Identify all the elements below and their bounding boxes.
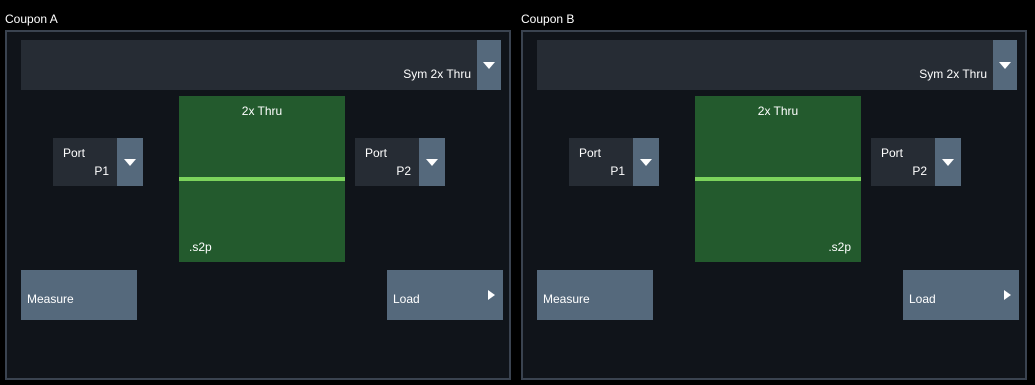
coupon-b-thru-line: [695, 177, 861, 181]
coupon-b-load-label: Load: [909, 292, 936, 306]
coupon-b-port-right-label: Port: [881, 146, 904, 160]
coupon-a-group: Coupon A Sym 2x Thru Port P1 2x Thru .s2…: [0, 0, 511, 385]
coupon-a-measure-label: Measure: [27, 292, 74, 306]
coupon-a-load-button[interactable]: Load: [387, 270, 503, 320]
coupon-b-port-right-dropdown-button[interactable]: [935, 138, 961, 186]
coupon-b-fixture-type-dropdown[interactable]: Sym 2x Thru: [537, 40, 1017, 90]
coupon-a-port-left-value: P1: [94, 164, 109, 178]
coupon-b-measure-button[interactable]: Measure: [537, 270, 653, 320]
chevron-down-icon: [124, 159, 136, 166]
coupon-a-title: Coupon A: [5, 12, 58, 26]
coupon-b-port-right-select[interactable]: Port P2: [871, 138, 961, 186]
coupon-a-port-right-value: P2: [396, 164, 411, 178]
chevron-down-icon: [640, 159, 652, 166]
coupon-a-thru-line: [179, 177, 345, 181]
chevron-down-icon: [999, 62, 1011, 69]
coupon-b-2x-thru-title: 2x Thru: [757, 104, 799, 118]
coupon-a-measure-button[interactable]: Measure: [21, 270, 137, 320]
coupon-b-port-left-select[interactable]: Port P1: [569, 138, 659, 186]
coupon-b-port-left-dropdown-button[interactable]: [633, 138, 659, 186]
coupon-a-port-left-label: Port: [63, 146, 86, 160]
coupon-a-port-left-dropdown-button[interactable]: [117, 138, 143, 186]
chevron-down-icon: [483, 62, 495, 69]
coupon-a-fixture-type-dropdown[interactable]: Sym 2x Thru: [21, 40, 501, 90]
coupon-a-2x-thru-diagram: 2x Thru .s2p: [179, 96, 345, 262]
coupon-b-fixture-type-dropdown-button[interactable]: [993, 40, 1017, 90]
chevron-down-icon: [942, 159, 954, 166]
coupon-b-group: Coupon B Sym 2x Thru Port P1 2x Thru .s2…: [516, 0, 1027, 385]
coupon-b-port-left-label: Port: [579, 146, 602, 160]
coupon-a-fixture-type-value: Sym 2x Thru: [403, 67, 471, 81]
play-arrow-icon: [488, 290, 495, 300]
coupon-a-port-left-select[interactable]: Port P1: [53, 138, 143, 186]
play-arrow-icon: [1004, 290, 1011, 300]
coupon-b-port-right-value: P2: [912, 164, 927, 178]
coupon-a-file-extension: .s2p: [189, 240, 212, 254]
coupon-a-port-right-select[interactable]: Port P2: [355, 138, 445, 186]
coupon-a-2x-thru-title: 2x Thru: [241, 104, 283, 118]
coupon-a-port-right-label: Port: [365, 146, 388, 160]
coupon-b-measure-label: Measure: [543, 292, 590, 306]
coupon-b-fixture-type-value: Sym 2x Thru: [919, 67, 987, 81]
coupon-a-port-right-dropdown-button[interactable]: [419, 138, 445, 186]
coupon-a-load-label: Load: [393, 292, 420, 306]
coupon-b-title: Coupon B: [521, 12, 575, 26]
coupon-b-port-left-value: P1: [610, 164, 625, 178]
coupon-b-load-button[interactable]: Load: [903, 270, 1019, 320]
chevron-down-icon: [426, 159, 438, 166]
coupon-b-2x-thru-diagram: 2x Thru .s2p: [695, 96, 861, 262]
coupon-b-file-extension: .s2p: [828, 240, 851, 254]
coupon-b-panel: Sym 2x Thru Port P1 2x Thru .s2p Port P2: [521, 30, 1027, 380]
coupon-a-panel: Sym 2x Thru Port P1 2x Thru .s2p Port P2: [5, 30, 511, 380]
coupon-a-fixture-type-dropdown-button[interactable]: [477, 40, 501, 90]
